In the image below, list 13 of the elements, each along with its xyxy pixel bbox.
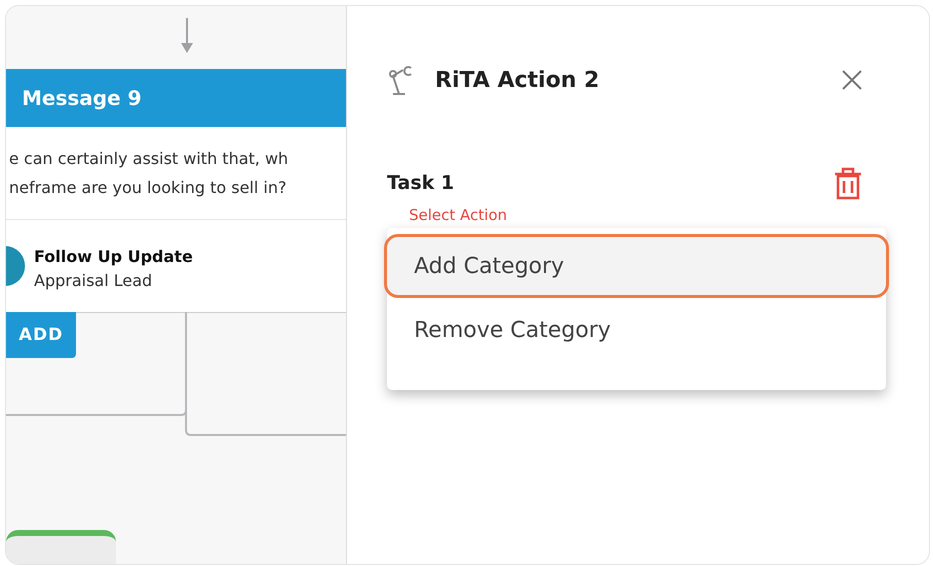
connector-arrow <box>179 18 195 54</box>
delete-icon[interactable] <box>833 166 863 200</box>
message-node-title: Message 9 <box>22 86 142 110</box>
action-node-subtitle: Appraisal Lead <box>34 270 154 290</box>
select-field-label: Select Action <box>409 206 508 224</box>
task-label: Task 1 <box>387 172 454 194</box>
menu-item[interactable]: Add Category <box>384 234 889 298</box>
action-node-title: Follow Up Update <box>34 246 193 268</box>
menu-item[interactable]: Remove Category <box>384 298 889 362</box>
message-text-line: e can certainly assist with that, wh <box>9 148 290 170</box>
message-text-line: neframe are you looking to sell in? <box>9 177 288 199</box>
panel-title: RiTA Action 2 <box>435 68 600 92</box>
close-icon[interactable] <box>841 69 863 91</box>
